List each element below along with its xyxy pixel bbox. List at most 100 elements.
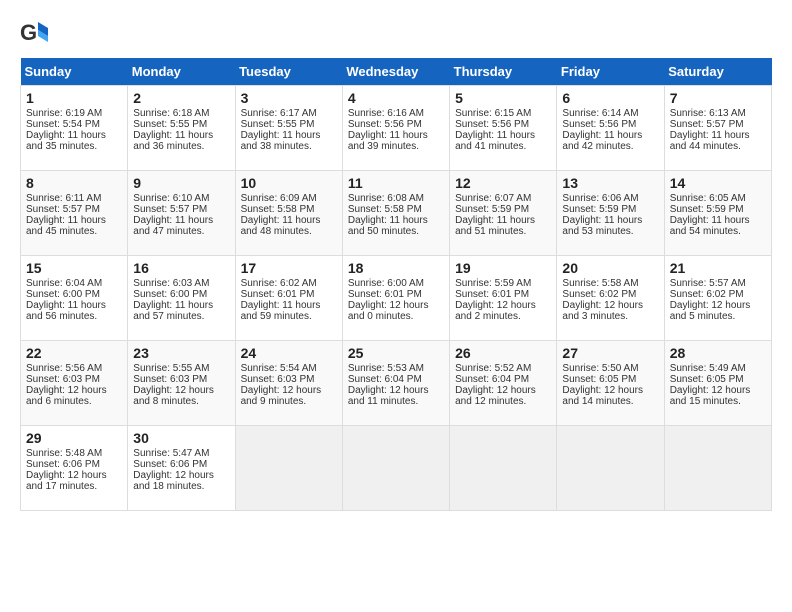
col-header-friday: Friday: [557, 58, 664, 86]
calendar-week-2: 8 Sunrise: 6:11 AM Sunset: 5:57 PM Dayli…: [21, 171, 772, 256]
daylight-label: Daylight: 11 hours and 39 minutes.: [348, 130, 428, 152]
sunset-label: Sunset: 6:04 PM: [455, 374, 529, 385]
daylight-label: Daylight: 12 hours and 5 minutes.: [670, 300, 751, 322]
daylight-label: Daylight: 12 hours and 17 minutes.: [26, 470, 107, 492]
day-number: 12: [455, 175, 551, 191]
sunrise-label: Sunrise: 6:07 AM: [455, 193, 531, 204]
sunrise-label: Sunrise: 5:56 AM: [26, 363, 102, 374]
sunset-label: Sunset: 5:59 PM: [670, 204, 744, 215]
sunrise-label: Sunrise: 6:17 AM: [241, 108, 317, 119]
calendar-cell: 6 Sunrise: 6:14 AM Sunset: 5:56 PM Dayli…: [557, 86, 664, 171]
day-number: 24: [241, 345, 337, 361]
sunset-label: Sunset: 6:02 PM: [670, 289, 744, 300]
sunrise-label: Sunrise: 5:57 AM: [670, 278, 746, 289]
sunrise-label: Sunrise: 6:19 AM: [26, 108, 102, 119]
calendar-cell: 10 Sunrise: 6:09 AM Sunset: 5:58 PM Dayl…: [235, 171, 342, 256]
daylight-label: Daylight: 11 hours and 54 minutes.: [670, 215, 750, 237]
daylight-label: Daylight: 12 hours and 2 minutes.: [455, 300, 536, 322]
day-number: 11: [348, 175, 444, 191]
day-number: 23: [133, 345, 229, 361]
day-number: 20: [562, 260, 658, 276]
sunrise-label: Sunrise: 6:06 AM: [562, 193, 638, 204]
sunset-label: Sunset: 5:57 PM: [670, 119, 744, 130]
sunrise-label: Sunrise: 6:09 AM: [241, 193, 317, 204]
calendar-cell: 15 Sunrise: 6:04 AM Sunset: 6:00 PM Dayl…: [21, 256, 128, 341]
col-header-sunday: Sunday: [21, 58, 128, 86]
sunset-label: Sunset: 6:01 PM: [348, 289, 422, 300]
daylight-label: Daylight: 11 hours and 38 minutes.: [241, 130, 321, 152]
sunset-label: Sunset: 5:59 PM: [562, 204, 636, 215]
daylight-label: Daylight: 12 hours and 15 minutes.: [670, 385, 751, 407]
daylight-label: Daylight: 12 hours and 6 minutes.: [26, 385, 107, 407]
calendar-cell: [557, 426, 664, 511]
calendar-cell: 30 Sunrise: 5:47 AM Sunset: 6:06 PM Dayl…: [128, 426, 235, 511]
day-number: 15: [26, 260, 122, 276]
calendar-cell: 2 Sunrise: 6:18 AM Sunset: 5:55 PM Dayli…: [128, 86, 235, 171]
sunrise-label: Sunrise: 6:13 AM: [670, 108, 746, 119]
sunrise-label: Sunrise: 5:53 AM: [348, 363, 424, 374]
calendar-cell: [664, 426, 771, 511]
sunset-label: Sunset: 6:04 PM: [348, 374, 422, 385]
calendar-week-5: 29 Sunrise: 5:48 AM Sunset: 6:06 PM Dayl…: [21, 426, 772, 511]
page-header: G: [20, 20, 772, 48]
daylight-label: Daylight: 11 hours and 36 minutes.: [133, 130, 213, 152]
sunset-label: Sunset: 6:01 PM: [455, 289, 529, 300]
day-number: 16: [133, 260, 229, 276]
sunset-label: Sunset: 6:06 PM: [26, 459, 100, 470]
day-number: 1: [26, 90, 122, 106]
col-header-tuesday: Tuesday: [235, 58, 342, 86]
sunset-label: Sunset: 6:05 PM: [562, 374, 636, 385]
sunset-label: Sunset: 5:57 PM: [26, 204, 100, 215]
calendar-cell: 20 Sunrise: 5:58 AM Sunset: 6:02 PM Dayl…: [557, 256, 664, 341]
sunset-label: Sunset: 6:00 PM: [133, 289, 207, 300]
calendar-cell: 14 Sunrise: 6:05 AM Sunset: 5:59 PM Dayl…: [664, 171, 771, 256]
daylight-label: Daylight: 12 hours and 0 minutes.: [348, 300, 429, 322]
sunrise-label: Sunrise: 6:05 AM: [670, 193, 746, 204]
sunrise-label: Sunrise: 5:59 AM: [455, 278, 531, 289]
day-number: 7: [670, 90, 766, 106]
day-number: 21: [670, 260, 766, 276]
daylight-label: Daylight: 11 hours and 44 minutes.: [670, 130, 750, 152]
calendar-cell: 26 Sunrise: 5:52 AM Sunset: 6:04 PM Dayl…: [450, 341, 557, 426]
sunrise-label: Sunrise: 6:18 AM: [133, 108, 209, 119]
sunrise-label: Sunrise: 5:52 AM: [455, 363, 531, 374]
day-number: 18: [348, 260, 444, 276]
sunset-label: Sunset: 6:03 PM: [26, 374, 100, 385]
daylight-label: Daylight: 11 hours and 35 minutes.: [26, 130, 106, 152]
day-number: 4: [348, 90, 444, 106]
sunrise-label: Sunrise: 6:11 AM: [26, 193, 101, 204]
day-number: 27: [562, 345, 658, 361]
sunset-label: Sunset: 5:56 PM: [455, 119, 529, 130]
sunset-label: Sunset: 6:01 PM: [241, 289, 315, 300]
sunrise-label: Sunrise: 5:55 AM: [133, 363, 209, 374]
sunset-label: Sunset: 6:06 PM: [133, 459, 207, 470]
sunrise-label: Sunrise: 5:58 AM: [562, 278, 638, 289]
calendar-cell: 8 Sunrise: 6:11 AM Sunset: 5:57 PM Dayli…: [21, 171, 128, 256]
sunrise-label: Sunrise: 5:50 AM: [562, 363, 638, 374]
day-number: 3: [241, 90, 337, 106]
daylight-label: Daylight: 11 hours and 50 minutes.: [348, 215, 428, 237]
sunrise-label: Sunrise: 6:15 AM: [455, 108, 531, 119]
sunrise-label: Sunrise: 5:49 AM: [670, 363, 746, 374]
sunrise-label: Sunrise: 6:10 AM: [133, 193, 209, 204]
sunset-label: Sunset: 5:55 PM: [241, 119, 315, 130]
day-number: 29: [26, 430, 122, 446]
sunset-label: Sunset: 5:58 PM: [348, 204, 422, 215]
daylight-label: Daylight: 11 hours and 48 minutes.: [241, 215, 321, 237]
col-header-wednesday: Wednesday: [342, 58, 449, 86]
calendar-cell: 29 Sunrise: 5:48 AM Sunset: 6:06 PM Dayl…: [21, 426, 128, 511]
calendar-cell: 19 Sunrise: 5:59 AM Sunset: 6:01 PM Dayl…: [450, 256, 557, 341]
sunset-label: Sunset: 5:55 PM: [133, 119, 207, 130]
calendar-cell: 28 Sunrise: 5:49 AM Sunset: 6:05 PM Dayl…: [664, 341, 771, 426]
day-number: 6: [562, 90, 658, 106]
calendar-cell: 9 Sunrise: 6:10 AM Sunset: 5:57 PM Dayli…: [128, 171, 235, 256]
header-row: SundayMondayTuesdayWednesdayThursdayFrid…: [21, 58, 772, 86]
sunset-label: Sunset: 5:56 PM: [348, 119, 422, 130]
sunset-label: Sunset: 6:05 PM: [670, 374, 744, 385]
svg-text:G: G: [20, 20, 37, 45]
col-header-monday: Monday: [128, 58, 235, 86]
calendar-cell: 25 Sunrise: 5:53 AM Sunset: 6:04 PM Dayl…: [342, 341, 449, 426]
calendar-cell: 11 Sunrise: 6:08 AM Sunset: 5:58 PM Dayl…: [342, 171, 449, 256]
sunrise-label: Sunrise: 6:08 AM: [348, 193, 424, 204]
sunrise-label: Sunrise: 6:04 AM: [26, 278, 102, 289]
